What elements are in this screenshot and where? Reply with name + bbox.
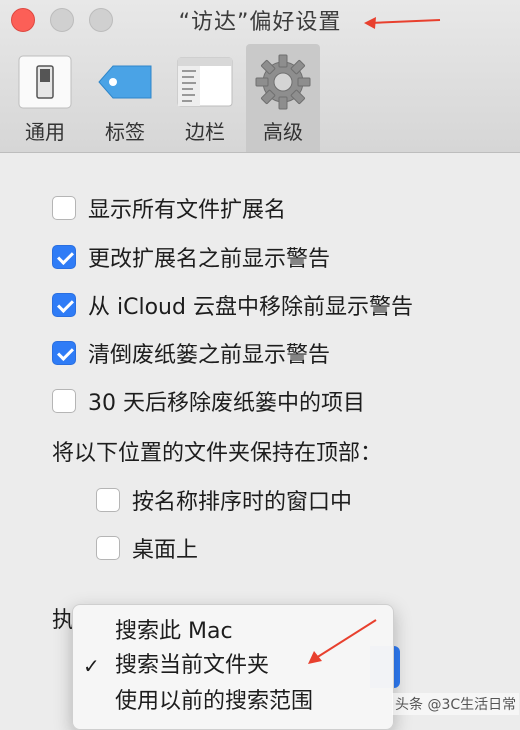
menu-item-label: 使用以前的搜索范围 [115,689,314,714]
option-warn-extension-change[interactable]: 更改扩展名之前显示警告 [52,242,330,272]
option-label: 按名称排序时的窗口中 [132,490,353,515]
checkbox[interactable] [52,389,76,413]
option-show-extensions[interactable]: 显示所有文件扩展名 [52,193,286,223]
tag-icon [95,52,155,112]
gear-icon [253,52,313,112]
checkbox[interactable] [52,245,76,269]
window-toolbar: “访达”偏好设置 通用 标签 边栏 高级 [0,0,520,153]
tab-label: 边栏 [185,120,225,144]
menu-item-label: 搜索当前文件夹 [115,653,270,678]
option-remove-trash-30-days[interactable]: 30 天后移除废纸篓中的项目 [52,386,365,416]
annotation-arrow-icon [308,619,377,664]
folders-on-top-label: 将以下位置的文件夹保持在顶部： [52,441,383,466]
tab-label: 高级 [263,120,303,144]
checkbox[interactable] [52,341,76,365]
checkbox[interactable] [96,536,120,560]
checkbox[interactable] [96,488,120,512]
option-label: 30 天后移除废纸篓中的项目 [88,391,365,416]
checkbox[interactable] [52,293,76,317]
menu-item-previous-scope[interactable]: 使用以前的搜索范围 [73,685,393,719]
tab-general[interactable]: 通用 [8,44,82,152]
tab-tags[interactable]: 标签 [88,44,162,152]
option-label: 从 iCloud 云盘中移除前显示警告 [88,295,413,320]
option-label: 显示所有文件扩展名 [88,198,287,223]
option-label: 桌面上 [132,538,199,563]
watermark: 头条 @3C生活日常 [392,693,520,715]
checkbox[interactable] [52,196,76,220]
annotation-arrow-icon [364,17,441,29]
tab-sidebar[interactable]: 边栏 [168,44,242,152]
tab-label: 标签 [105,120,145,144]
option-folders-top-windows[interactable]: 按名称排序时的窗口中 [96,485,352,515]
checkmark-icon: ✓ [83,654,100,678]
option-folders-top-desktop[interactable]: 桌面上 [96,533,198,563]
option-label: 更改扩展名之前显示警告 [88,247,331,272]
window-title: “访达”偏好设置 [178,10,342,35]
tab-label: 通用 [25,120,65,144]
option-warn-empty-trash[interactable]: 清倒废纸篓之前显示警告 [52,338,330,368]
option-warn-icloud-remove[interactable]: 从 iCloud 云盘中移除前显示警告 [52,290,413,320]
menu-item-label: 搜索此 Mac [115,619,233,644]
switch-icon [15,52,75,112]
option-label: 清倒废纸篓之前显示警告 [88,343,331,368]
sidebar-icon [175,52,235,112]
tab-advanced[interactable]: 高级 [246,44,320,152]
